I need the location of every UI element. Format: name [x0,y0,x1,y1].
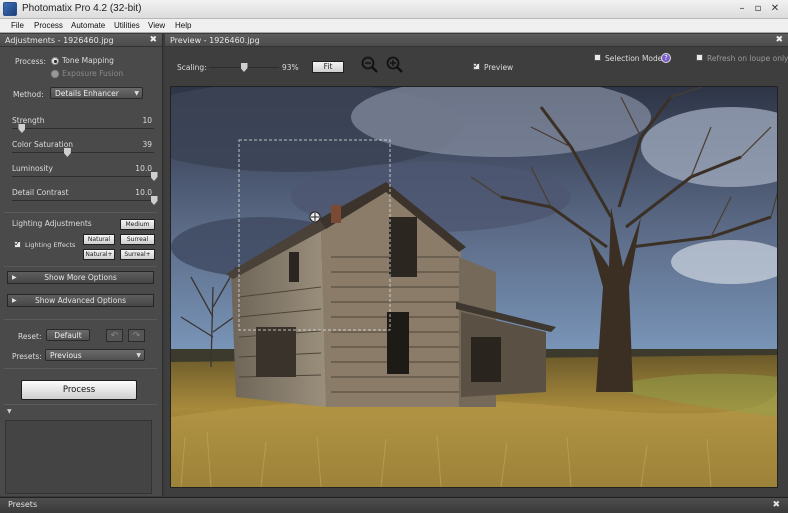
divider [4,404,157,405]
slider-label-color-saturation: Color Saturation [12,140,74,149]
adjustments-panel: Adjustments - 1926460.jpg ✖ Process: Ton… [0,34,163,496]
menu-process[interactable]: Process [34,21,63,30]
title-bar: Photomatix Pro 4.2 (32-bit) – ▫ ✕ [0,0,788,19]
slider-track-strength[interactable] [12,128,154,129]
process-button[interactable]: Process [21,380,137,400]
selection-mode-label[interactable]: Selection Mode [605,54,662,63]
chevron-down-icon: ▼ [136,352,141,359]
triangle-down-icon[interactable]: ▼ [7,408,12,415]
presets-bar[interactable]: Presets ✖ [0,497,788,513]
maximize-button[interactable]: ▫ [752,2,764,15]
lighting-surreal-button[interactable]: Surreal [120,234,155,245]
preview-label[interactable]: Preview [484,63,513,72]
exposure-fusion-label[interactable]: Exposure Fusion [62,69,123,78]
lighting-natural-button[interactable]: Natural [83,234,115,245]
help-icon[interactable]: ? [661,53,671,63]
minimize-button[interactable]: – [736,2,748,15]
lighting-surreal-plus-button[interactable]: Surreal+ [120,249,155,260]
refresh-loupe-label[interactable]: Refresh on loupe only [707,54,788,63]
menu-file[interactable]: File [11,21,24,30]
show-advanced-options-button[interactable]: ▶ Show Advanced Options [7,294,154,307]
presets-select[interactable]: Previous ▼ [45,349,145,361]
slider-thumb-color-saturation[interactable] [63,148,71,157]
preview-title: Preview - 1926460.jpg [170,36,260,45]
close-icon[interactable]: ✖ [772,498,780,512]
undo-icon[interactable]: ↶ [106,329,123,342]
chevron-down-icon: ▼ [134,90,139,97]
show-more-options-label: Show More Options [44,273,117,282]
tone-mapping-label[interactable]: Tone Mapping [62,56,114,65]
radio-tone-mapping[interactable] [51,57,59,65]
presets-bar-label: Presets [8,500,38,509]
slider-track-color-saturation[interactable] [12,152,154,153]
slider-value-color-saturation: 39 [142,140,152,149]
zoom-in-icon[interactable] [386,56,404,74]
lighting-natural-plus-button[interactable]: Natural+ [83,249,115,260]
reset-default-button[interactable]: Default [46,329,90,341]
radio-exposure-fusion[interactable] [51,70,59,78]
presets-label: Presets: [12,352,42,361]
slider-value-detail-contrast: 10.0 [135,188,152,197]
menu-bar: File Process Automate Utilities View Hel… [0,19,788,33]
close-icon[interactable]: ✖ [775,34,783,47]
histogram-area [5,420,152,494]
adjustments-title: Adjustments - 1926460.jpg [5,36,114,45]
slider-label-detail-contrast: Detail Contrast [12,188,69,197]
slider-track-luminosity[interactable] [12,176,154,177]
tone-mapped-photo [171,87,777,487]
lighting-adjustments-label: Lighting Adjustments [12,219,92,228]
menu-automate[interactable]: Automate [71,21,105,30]
slider-track-detail-contrast[interactable] [12,200,154,201]
menu-view[interactable]: View [148,21,165,30]
slider-value-luminosity: 10.0 [135,164,152,173]
lighting-effects-label[interactable]: Lighting Effects [25,241,75,249]
slider-thumb-detail-contrast[interactable] [150,196,158,205]
preview-header: Preview - 1926460.jpg ✖ [165,34,788,47]
method-label: Method: [13,90,44,99]
scaling-label: Scaling: [177,63,207,72]
method-value: Details Enhancer [55,89,119,98]
presets-value: Previous [50,351,82,360]
slider-label-strength: Strength [12,116,45,125]
menu-utilities[interactable]: Utilities [114,21,140,30]
divider [4,212,157,213]
slider-label-luminosity: Luminosity [12,164,53,173]
process-label: Process: [15,57,46,66]
app-icon [3,2,17,16]
divider [4,266,157,267]
fit-button[interactable]: Fit [312,61,344,73]
scaling-slider-thumb[interactable] [240,63,248,72]
slider-thumb-luminosity[interactable] [150,172,158,181]
close-button[interactable]: ✕ [769,2,781,15]
selection-mode-checkbox[interactable] [594,54,601,61]
preview-checkbox[interactable] [473,61,480,70]
menu-help[interactable]: Help [175,21,191,30]
window-title: Photomatix Pro 4.2 (32-bit) [22,3,142,14]
show-advanced-options-label: Show Advanced Options [35,296,126,305]
slider-value-strength: 10 [142,116,152,125]
divider [4,319,157,320]
zoom-out-icon[interactable] [361,56,379,74]
divider [4,368,157,369]
close-icon[interactable]: ✖ [149,34,157,47]
show-more-options-button[interactable]: ▶ Show More Options [7,271,154,284]
reset-label: Reset: [18,332,42,341]
method-select[interactable]: Details Enhancer ▼ [50,87,143,99]
preview-image[interactable] [170,86,778,488]
refresh-loupe-checkbox[interactable] [696,54,703,61]
scaling-value: 93% [282,63,299,72]
move-cursor-icon [309,211,321,223]
lighting-effects-checkbox[interactable] [14,239,21,248]
redo-icon[interactable]: ↷ [128,329,145,342]
slider-thumb-strength[interactable] [18,124,26,133]
adjustments-header: Adjustments - 1926460.jpg ✖ [0,34,162,47]
lighting-medium-button[interactable]: Medium [120,219,155,230]
